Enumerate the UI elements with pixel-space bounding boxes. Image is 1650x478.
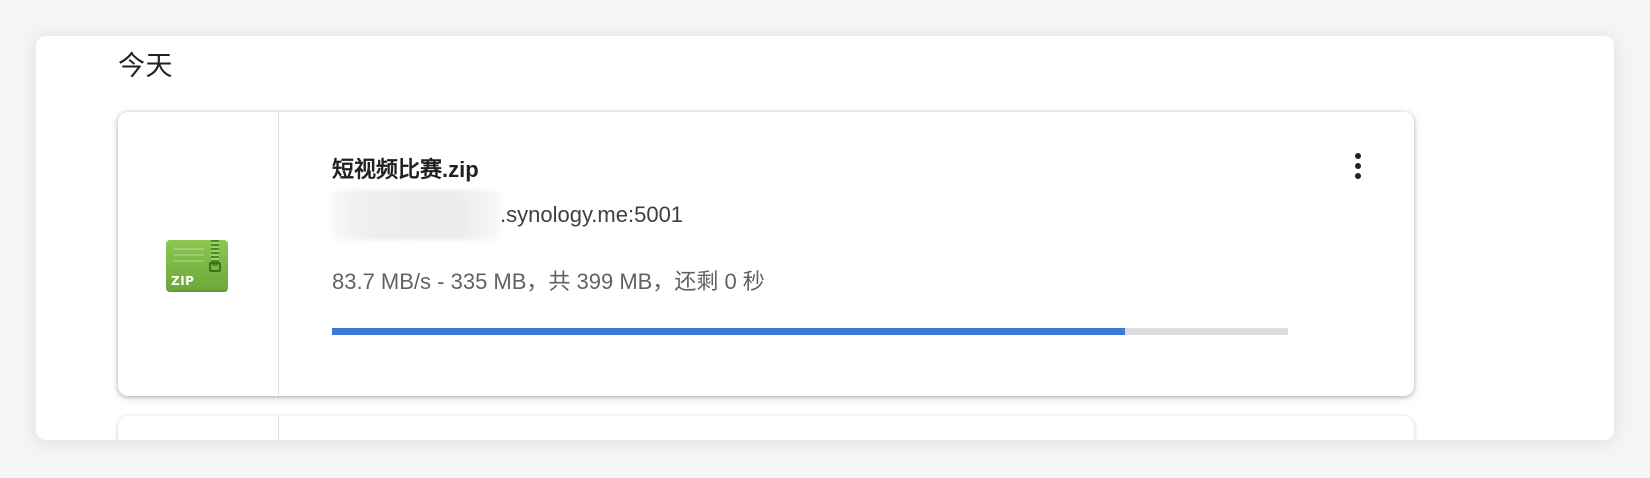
file-icon-pane: ZIP: [118, 112, 279, 396]
zip-archive-icon[interactable]: ZIP: [166, 240, 228, 292]
download-status-text: 83.7 MB/s - 335 MB，共 399 MB，还剩 0 秒: [332, 269, 765, 294]
download-progress-bar: [332, 328, 1288, 335]
more-vert-icon[interactable]: [1340, 148, 1376, 184]
download-item[interactable]: ZIP 短视频比赛.zip .synology.me:5001 83.7 MB/…: [118, 112, 1414, 396]
source-domain: .synology.me:5001: [500, 202, 684, 227]
progress-fill: [332, 328, 1125, 335]
zipper-pull-graphic: [209, 262, 221, 272]
source-url[interactable]: .synology.me:5001: [332, 190, 683, 240]
downloads-window: 今天 ZIP 短视频比赛.zip .synology.me:5001 83.7 …: [36, 36, 1614, 440]
zip-badge-label: ZIP: [171, 274, 195, 288]
file-icon-pane: [118, 416, 279, 440]
redacted-hostname: [332, 190, 500, 240]
date-section-title: 今天: [118, 51, 173, 81]
download-item-next[interactable]: [118, 416, 1414, 440]
file-name-link[interactable]: 短视频比赛.zip: [332, 152, 479, 184]
